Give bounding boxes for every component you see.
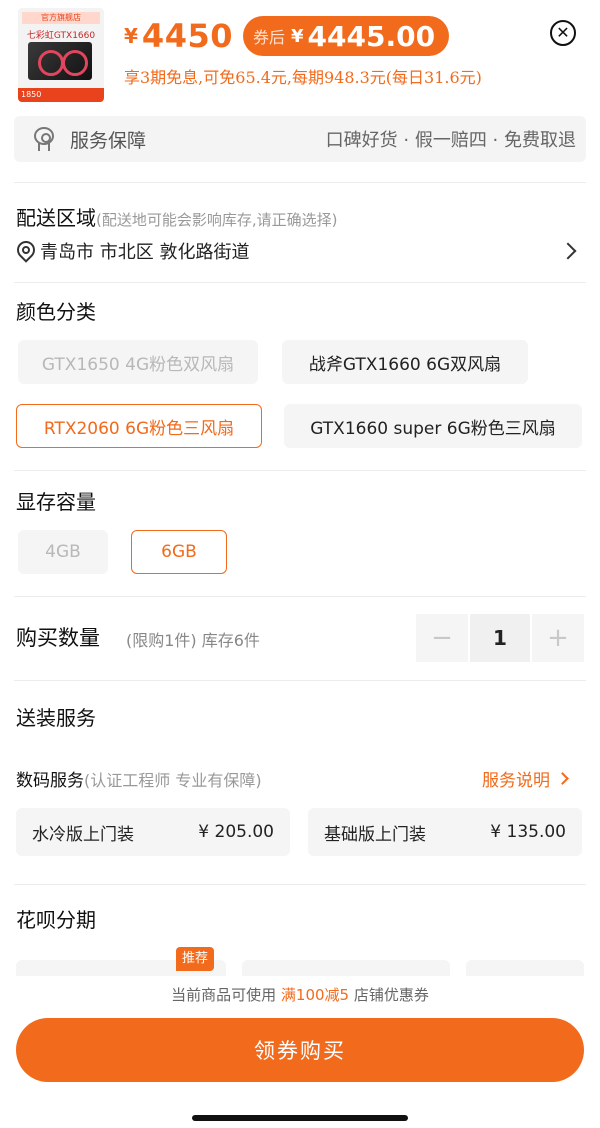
medal-icon <box>32 127 56 151</box>
chevron-right-icon <box>559 242 577 260</box>
coupon-price-value: 4445.00 <box>307 19 436 53</box>
thumbnail-footer: 1850 <box>18 88 104 102</box>
memory-option-4gb[interactable]: 4GB <box>18 530 108 574</box>
thumbnail-tag: 官方旗舰店 <box>22 12 100 24</box>
install-section-title: 送装服务 <box>16 706 96 730</box>
service-title: 服务保障 <box>70 129 147 152</box>
quantity-stepper: − 1 + <box>416 614 584 662</box>
service-info-link[interactable]: 服务说明 <box>482 766 569 791</box>
delivery-title: 配送区域 <box>16 206 96 230</box>
quantity-value[interactable]: 1 <box>470 614 530 662</box>
claim-coupon-buy-button[interactable]: 领券购买 <box>16 1018 584 1082</box>
divider <box>14 680 586 681</box>
delivery-address-selector[interactable]: 青岛市 市北区 敦化路街道 <box>16 236 584 266</box>
divider <box>14 596 586 597</box>
digital-service-label: 数码服务(认证工程师 专业有保障) <box>16 766 262 791</box>
color-option-rtx2060[interactable]: RTX2060 6G粉色三风扇 <box>16 404 262 448</box>
memory-option-6gb[interactable]: 6GB <box>131 530 227 574</box>
delivery-address: 青岛市 市北区 敦化路街道 <box>40 242 250 263</box>
service-info-label: 服务说明 <box>482 771 550 791</box>
divider <box>14 182 586 183</box>
service-tags: 口碑好货 · 假一赔四 · 免费取退 <box>325 130 576 151</box>
price-currency: ¥ <box>124 24 138 48</box>
delivery-section-title: 配送区域(配送地可能会影响库存,请正确选择) <box>16 202 337 231</box>
coupon-price-badge: 券后 ¥ 4445.00 <box>242 16 450 56</box>
coupon-label: 券后 <box>252 28 285 47</box>
decrement-button[interactable]: − <box>416 614 468 662</box>
divider <box>14 470 586 471</box>
service-guarantee-bar[interactable]: 服务保障 口碑好货 · 假一赔四 · 免费取退 <box>14 116 586 162</box>
divider <box>14 282 586 283</box>
divider <box>14 884 586 885</box>
graphics-card-image <box>28 42 92 80</box>
quantity-note: (限购1件) 库存6件 <box>126 631 260 650</box>
product-header: 官方旗舰店 七彩虹GTX1660 1850 ¥ 4450 券后 ¥ 4445.0… <box>0 0 600 110</box>
location-pin-icon <box>16 240 34 262</box>
close-icon[interactable]: ✕ <box>550 20 576 46</box>
memory-section-title: 显存容量 <box>16 490 96 514</box>
installment-note: 享3期免息,可免65.4元,每期948.3元(每日31.6元) <box>124 68 482 87</box>
huabei-section-title: 花呗分期 <box>16 908 96 932</box>
install-option-water-cooled[interactable]: 水冷版上门装 ¥ 205.00 <box>16 808 290 856</box>
recommended-badge: 推荐 <box>176 947 215 971</box>
install-option-name: 水冷版上门装 <box>32 824 134 845</box>
quantity-title: 购买数量 <box>16 626 100 650</box>
home-indicator <box>192 1115 408 1121</box>
coupon-tip: 当前商品可使用 满100减5 店铺优惠券 <box>0 984 600 1005</box>
install-option-name: 基础版上门装 <box>324 824 426 845</box>
coupon-tip-highlight: 满100减5 <box>280 986 350 1004</box>
chevron-right-icon <box>556 772 569 785</box>
coupon-tip-prefix: 当前商品可使用 <box>171 986 277 1004</box>
coupon-currency: ¥ <box>291 25 304 47</box>
color-option-gtx1660-super[interactable]: GTX1660 super 6G粉色三风扇 <box>284 404 582 448</box>
install-option-price: ¥ 205.00 <box>198 822 274 842</box>
price-value: 4450 <box>141 17 233 55</box>
install-option-price: ¥ 135.00 <box>490 822 566 842</box>
color-option-gtx1660[interactable]: 战斧GTX1660 6G双风扇 <box>282 340 528 384</box>
increment-button[interactable]: + <box>532 614 584 662</box>
color-option-gtx1650[interactable]: GTX1650 4G粉色双风扇 <box>18 340 258 384</box>
coupon-tip-suffix: 店铺优惠券 <box>353 986 429 1004</box>
install-option-basic[interactable]: 基础版上门装 ¥ 135.00 <box>308 808 582 856</box>
color-section-title: 颜色分类 <box>16 300 96 324</box>
digital-service-note: (认证工程师 专业有保障) <box>84 771 262 790</box>
delivery-note: (配送地可能会影响库存,请正确选择) <box>96 211 338 229</box>
price-row: ¥ 4450 券后 ¥ 4445.00 <box>124 14 450 58</box>
product-thumbnail[interactable]: 官方旗舰店 七彩虹GTX1660 1850 <box>18 8 104 102</box>
thumbnail-product-name: 七彩虹GTX1660 <box>26 31 96 41</box>
digital-service-name: 数码服务 <box>16 771 84 791</box>
